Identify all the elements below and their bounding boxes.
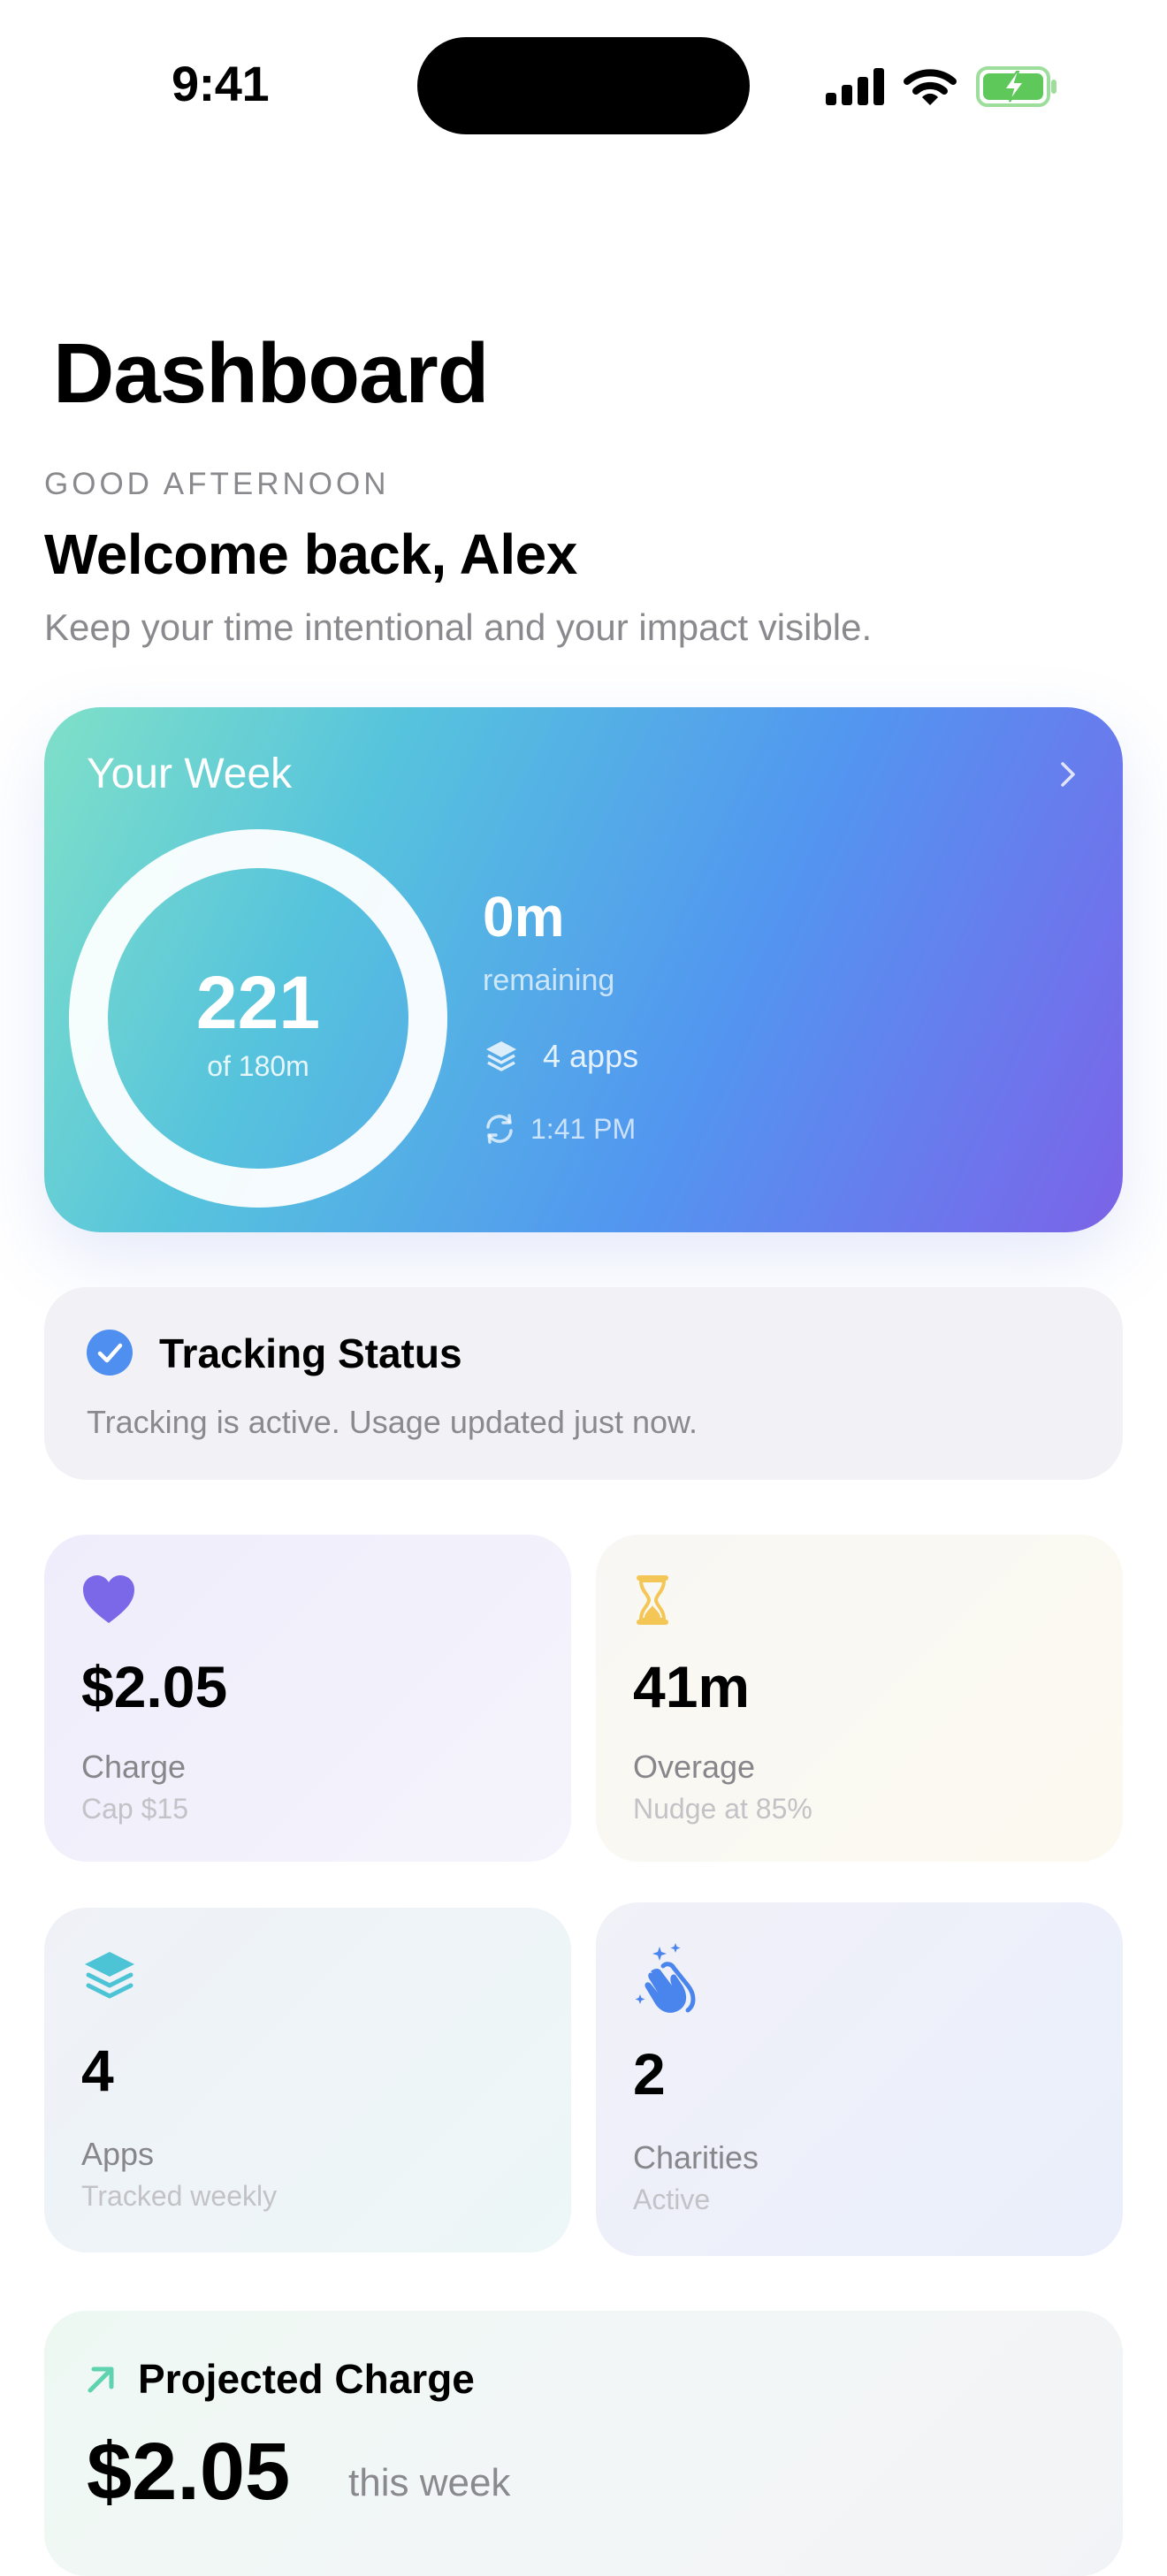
your-week-card[interactable]: Your Week 221 of 180m 0m remaining 4 app…	[44, 707, 1123, 1232]
charge-cap: Cap $15	[81, 1793, 188, 1825]
clapping-hands-icon	[635, 1943, 696, 2013]
cellular-signal-icon	[826, 68, 884, 105]
apps-count-row: 4 apps	[483, 1038, 638, 1075]
overage-value: 41m	[633, 1654, 751, 1719]
welcome-subtitle: Keep your time intentional and your impa…	[44, 606, 873, 648]
projected-charge-value: $2.05	[87, 2427, 291, 2517]
charge-label: Charge	[81, 1749, 187, 1785]
heart-icon	[83, 1575, 134, 1623]
tracking-status-card[interactable]: Tracking Status Tracking is active. Usag…	[44, 1287, 1123, 1480]
apps-card[interactable]: 4 Apps Tracked weekly	[44, 1908, 571, 2252]
apps-label: Apps	[81, 2136, 155, 2172]
status-time: 9:41	[172, 56, 270, 111]
status-icons	[826, 62, 1059, 111]
dynamic-island	[417, 37, 750, 134]
page-title: Dashboard	[53, 326, 489, 421]
ring-value: 221	[195, 961, 321, 1044]
overage-nudge: Nudge at 85%	[633, 1793, 812, 1825]
projected-charge-card[interactable]: Projected Charge $2.05 this week	[44, 2311, 1123, 2576]
checkmark-circle-icon	[87, 1330, 133, 1376]
charge-value: $2.05	[81, 1654, 228, 1719]
greeting-label: GOOD AFTERNOON	[44, 467, 390, 501]
remaining-label: remaining	[483, 964, 615, 997]
apps-tracked: Tracked weekly	[81, 2180, 278, 2212]
charge-card[interactable]: $2.05 Charge Cap $15	[44, 1535, 571, 1862]
ring-subtitle: of 180m	[207, 1050, 309, 1082]
projected-charge-period: this week	[348, 2461, 511, 2504]
overage-card[interactable]: 41m Overage Nudge at 85%	[596, 1535, 1123, 1862]
layers-icon	[486, 1041, 516, 1071]
remaining-value: 0m	[483, 885, 565, 949]
last-sync-row: 1:41 PM	[483, 1112, 636, 1146]
hourglass-icon	[637, 1575, 668, 1625]
charities-value: 2	[633, 2041, 666, 2107]
chevron-right-icon[interactable]	[1052, 758, 1084, 790]
tracking-status-description: Tracking is active. Usage updated just n…	[87, 1404, 698, 1440]
arrow-up-right-icon	[88, 2366, 114, 2393]
layers-icon	[85, 1952, 134, 1999]
overage-label: Overage	[633, 1749, 756, 1785]
charities-card[interactable]: 2 Charities Active	[596, 1902, 1123, 2256]
sync-icon	[486, 1114, 513, 1144]
last-sync-time: 1:41 PM	[530, 1112, 637, 1145]
projected-charge-title: Projected Charge	[138, 2356, 475, 2402]
apps-value: 4	[81, 2038, 114, 2103]
wifi-icon	[904, 69, 957, 105]
charities-status: Active	[633, 2184, 711, 2215]
apps-count-text: 4 apps	[543, 1038, 639, 1074]
battery-charging-icon	[976, 66, 1056, 107]
week-card-title: Your Week	[87, 751, 293, 797]
tracking-status-title: Tracking Status	[159, 1330, 462, 1376]
welcome-heading: Welcome back, Alex	[44, 522, 577, 586]
charities-label: Charities	[633, 2139, 759, 2176]
